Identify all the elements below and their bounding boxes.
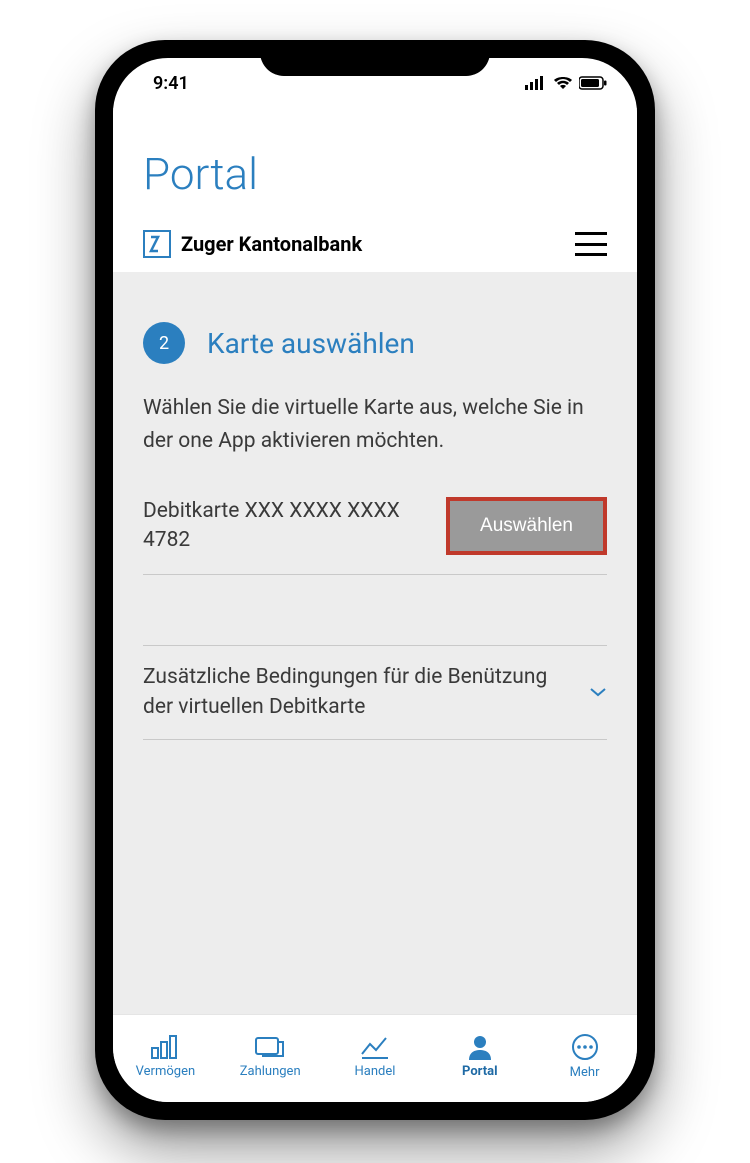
- status-time: 9:41: [153, 73, 189, 94]
- menu-button[interactable]: [575, 232, 607, 256]
- status-indicators: [525, 76, 607, 90]
- step-title: Karte auswählen: [207, 327, 415, 360]
- battery-icon: [579, 76, 607, 90]
- tab-trade[interactable]: Handel: [323, 1034, 428, 1079]
- conditions-label: Zusätzliche Bedingungen für die Benützun…: [143, 662, 589, 723]
- card-row: Debitkarte XXX XXXX XXXX 4782 Auswählen: [143, 487, 607, 575]
- wifi-icon: [553, 76, 573, 90]
- more-icon: [571, 1033, 599, 1061]
- tab-label: Portal: [462, 1064, 498, 1079]
- step-header: 2 Karte auswählen: [143, 322, 607, 364]
- card-label: Debitkarte XXX XXXX XXXX 4782: [143, 497, 446, 556]
- tab-label: Vermögen: [136, 1064, 195, 1079]
- page-header: Portal: [113, 108, 637, 220]
- wealth-icon: [150, 1034, 180, 1060]
- select-button-highlight: Auswählen: [446, 497, 607, 555]
- cellular-icon: [525, 76, 547, 90]
- bank-name: Zuger Kantonalbank: [181, 232, 362, 256]
- tab-label: Mehr: [570, 1065, 600, 1080]
- phone-frame: 9:41 Portal Zuger: [95, 40, 655, 1120]
- step-description: Wählen Sie die virtuelle Karte aus, welc…: [143, 392, 607, 457]
- payments-icon: [254, 1034, 286, 1060]
- trade-icon: [360, 1034, 390, 1060]
- tab-payments[interactable]: Zahlungen: [218, 1034, 323, 1079]
- conditions-toggle[interactable]: Zusätzliche Bedingungen für die Benützun…: [143, 646, 607, 740]
- tab-wealth[interactable]: Vermögen: [113, 1034, 218, 1079]
- chevron-down-icon: [589, 686, 607, 698]
- select-card-button[interactable]: Auswählen: [450, 501, 603, 551]
- tab-more[interactable]: Mehr: [532, 1033, 637, 1080]
- bank-logo-icon: [143, 230, 171, 258]
- tab-label: Zahlungen: [240, 1064, 301, 1079]
- page-title: Portal: [143, 148, 607, 200]
- phone-notch: [260, 40, 490, 76]
- bank-brand: Zuger Kantonalbank: [143, 230, 362, 258]
- portal-icon: [467, 1034, 493, 1060]
- tab-portal[interactable]: Portal: [427, 1034, 532, 1079]
- content-area: 2 Karte auswählen Wählen Sie die virtuel…: [113, 272, 637, 1014]
- tab-bar: Vermögen Zahlungen Handel Portal: [113, 1014, 637, 1102]
- tab-label: Handel: [355, 1064, 396, 1079]
- screen: 9:41 Portal Zuger: [113, 58, 637, 1102]
- step-number-badge: 2: [143, 322, 185, 364]
- bank-header: Zuger Kantonalbank: [113, 220, 637, 272]
